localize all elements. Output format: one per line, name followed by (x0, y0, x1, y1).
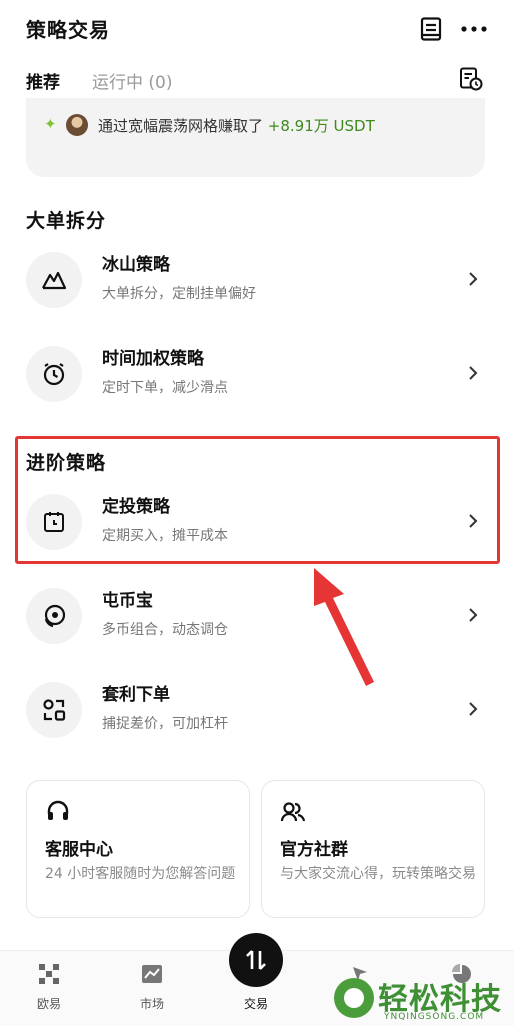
document-icon[interactable] (418, 16, 444, 42)
customer-service-card[interactable]: 客服中心 24 小时客服随时为您解答问题 (26, 780, 250, 918)
tabbar-label: 市场 (139, 997, 164, 1011)
page-title: 策略交易 (26, 18, 110, 42)
item-title: 时间加权策略 (102, 349, 204, 369)
banner-text-prefix: 通过宽幅震荡网格赚取了 (98, 117, 264, 135)
item-title: 屯币宝 (102, 591, 153, 611)
tabbar-item-okx[interactable]: 欧易 (19, 961, 79, 1017)
highlight-box (15, 436, 500, 564)
strategy-item-iceberg[interactable]: 冰山策略 大单拆分，定制挂单偏好 (26, 246, 486, 312)
alarm-clock-icon (26, 346, 82, 402)
market-chart-icon (141, 963, 163, 985)
banner-text: 通过宽幅震荡网格赚取了 +8.91万 USDT (98, 115, 375, 136)
chevron-right-icon (466, 604, 480, 626)
item-desc: 多币组合，动态调仓 (102, 622, 228, 638)
tab-running[interactable]: 运行中 (0) (92, 68, 172, 93)
item-desc: 定时下单，减少滑点 (102, 380, 228, 396)
item-title: 套利下单 (102, 685, 170, 705)
card-title: 客服中心 (45, 840, 113, 860)
strategy-item-arbitrage[interactable]: 套利下单 捕捉差价，可加杠杆 (26, 676, 486, 742)
tabbar-item-market[interactable]: 市场 (122, 961, 182, 1017)
card-desc: 与大家交流心得，玩转策略交易 (280, 866, 476, 882)
order-history-icon[interactable] (458, 66, 484, 92)
chevron-right-icon (466, 698, 480, 720)
okx-logo-icon (38, 963, 60, 985)
avatar (66, 114, 88, 136)
arbitrage-icon (26, 682, 82, 738)
banner-amount: +8.91万 USDT (267, 117, 375, 135)
tab-bar: 推荐 运行中 (0) (0, 62, 514, 102)
strategy-item-twap[interactable]: 时间加权策略 定时下单，减少滑点 (26, 340, 486, 406)
headset-icon (45, 799, 71, 825)
chevron-right-icon (466, 268, 480, 290)
mountain-icon (26, 252, 82, 308)
trade-arrows-icon[interactable] (229, 933, 283, 987)
coin-target-icon (26, 588, 82, 644)
item-desc: 大单拆分，定制挂单偏好 (102, 286, 256, 302)
annotation-arrow (314, 568, 374, 686)
tabbar-label: 欧易 (36, 997, 61, 1011)
card-desc: 24 小时客服随时为您解答问题 (45, 866, 236, 882)
watermark: 轻松科技 YNQINGSONG.COM (334, 970, 514, 1026)
item-title: 冰山策略 (102, 255, 170, 275)
earnings-banner[interactable]: ✦ 通过宽幅震荡网格赚取了 +8.91万 USDT (26, 98, 485, 177)
tab-recommended[interactable]: 推荐 (26, 68, 60, 93)
watermark-subtext: YNQINGSONG.COM (384, 1012, 485, 1022)
card-title: 官方社群 (280, 840, 348, 860)
community-icon (280, 799, 306, 825)
strategy-item-coin-basket[interactable]: 屯币宝 多币组合，动态调仓 (26, 582, 486, 648)
tabbar-label-trade[interactable]: 交易 (226, 995, 286, 1012)
header: 策略交易 (0, 0, 514, 60)
watermark-logo-icon (334, 978, 374, 1018)
sparkle-icon: ✦ (44, 115, 57, 133)
more-icon[interactable] (460, 16, 488, 42)
item-desc: 捕捉差价，可加杠杆 (102, 716, 228, 732)
community-card[interactable]: 官方社群 与大家交流心得，玩转策略交易 (261, 780, 485, 918)
chevron-right-icon (466, 362, 480, 384)
section-title-large-order: 大单拆分 (26, 210, 107, 232)
